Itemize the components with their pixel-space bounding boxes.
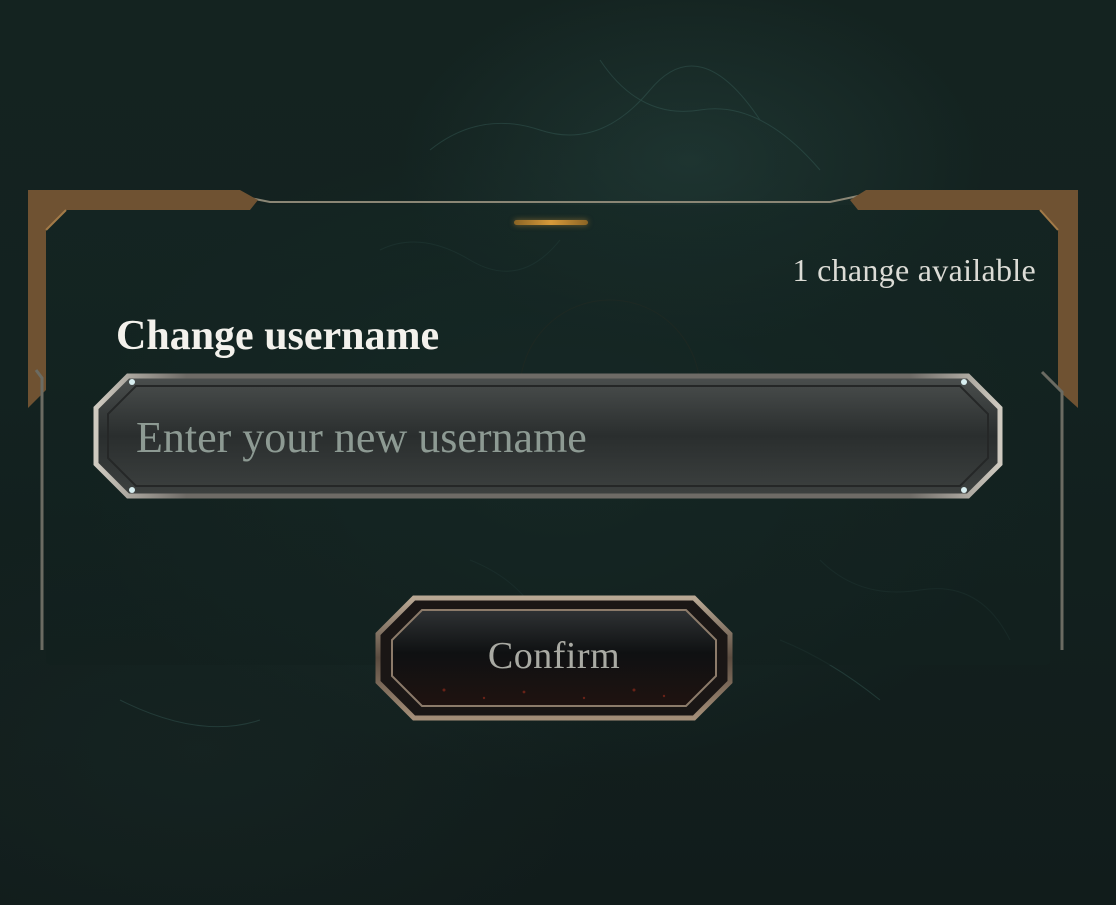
username-change-screen: 1 change available Change username Enter…	[0, 0, 1116, 905]
confirm-button-label: Confirm	[487, 635, 621, 677]
username-input[interactable]	[136, 402, 956, 472]
change-username-title: Change username	[116, 313, 440, 359]
top-accent-bar	[514, 220, 588, 225]
changes-available-text: 1 change available	[792, 252, 1036, 288]
confirm-button[interactable]: Confirm	[374, 594, 734, 722]
